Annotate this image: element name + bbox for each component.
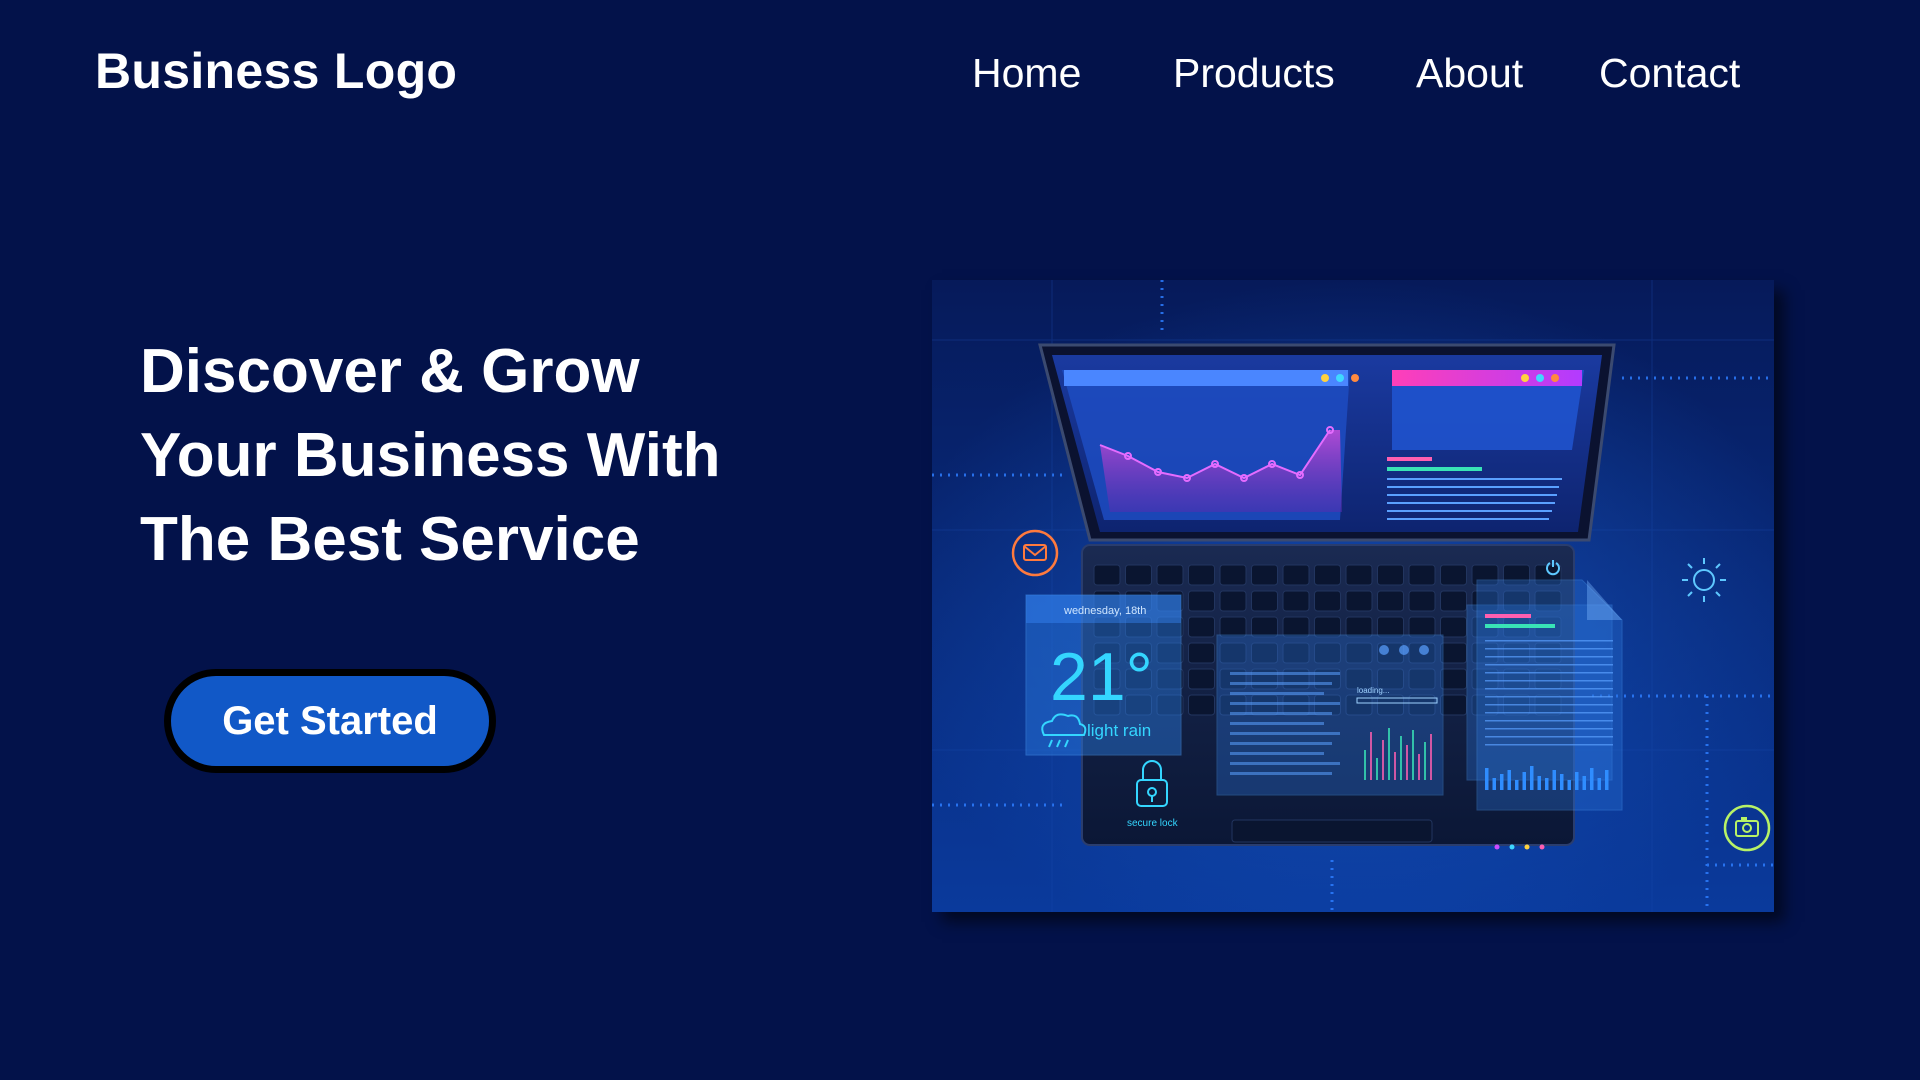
- business-logo[interactable]: Business Logo: [95, 42, 457, 100]
- loading-label: loading...: [1357, 686, 1389, 695]
- temperature-reading: 21°: [1050, 639, 1153, 715]
- weather-date: wednesday, 18th: [1063, 605, 1146, 617]
- nav-about-link[interactable]: About: [1416, 50, 1523, 97]
- landing-page: Business Logo Home Products About Contac…: [0, 0, 1920, 1080]
- lock-label: secure lock: [1127, 818, 1179, 829]
- get-started-button[interactable]: Get Started: [164, 669, 496, 773]
- weather-card: wednesday, 18th 21° light rain: [1025, 594, 1182, 756]
- hero-title-line: Your Business With: [140, 421, 721, 490]
- laptop-icon: [1038, 343, 1616, 542]
- weather-condition: light rain: [1087, 721, 1151, 740]
- code-panel: loading...: [1216, 634, 1444, 796]
- hero-title: Discover & Grow Your Business With The B…: [140, 330, 720, 582]
- nav-products-link[interactable]: Products: [1173, 50, 1335, 97]
- hero-title-line: Discover & Grow: [140, 337, 640, 406]
- nav-home-link[interactable]: Home: [972, 50, 1081, 97]
- nav-contact-link[interactable]: Contact: [1599, 50, 1740, 97]
- document-panel: [1466, 560, 1623, 811]
- hero-title-line: The Best Service: [140, 505, 640, 574]
- laptop-dashboard-illustration: wednesday, 18th 21° light rain secure lo…: [932, 280, 1774, 912]
